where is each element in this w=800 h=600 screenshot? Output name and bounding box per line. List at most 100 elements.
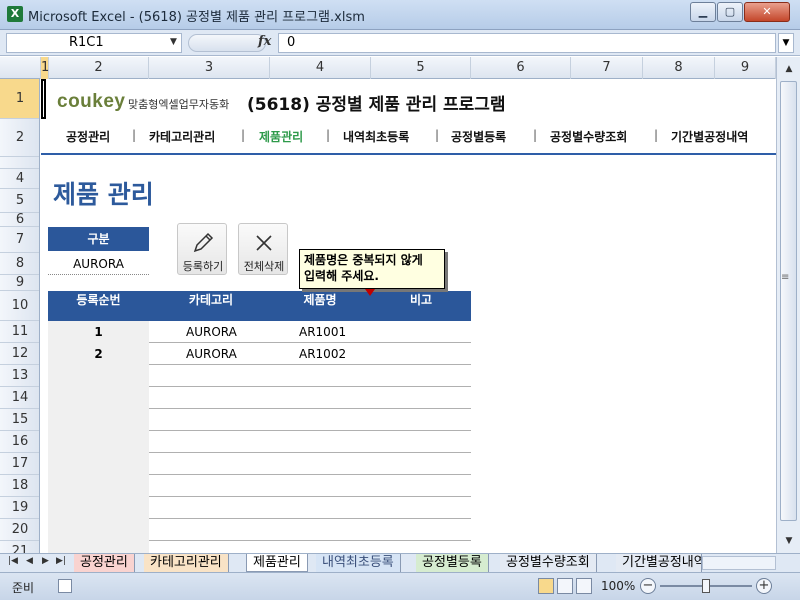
row-header[interactable]: 18 (0, 475, 39, 497)
row-header[interactable]: 4 (0, 169, 39, 189)
nav-item-process[interactable]: 공정관리 (66, 128, 110, 145)
title-bar: X Microsoft Excel - (5618) 공정별 제품 관리 프로그… (0, 0, 800, 30)
column-header[interactable]: 4 (270, 57, 371, 79)
column-header[interactable]: 3 (149, 57, 270, 79)
nav-item-quantity-query[interactable]: 공정별수량조회 (550, 128, 627, 145)
nav-item-process-register[interactable]: 공정별등록 (451, 128, 506, 145)
delete-all-button[interactable]: 전체삭제 (238, 223, 288, 275)
maximize-button[interactable]: ▢ (717, 2, 743, 22)
row-header[interactable]: 8 (0, 253, 39, 275)
expand-formula-bar-button[interactable]: ▼ (778, 33, 794, 53)
active-cell[interactable] (41, 79, 46, 119)
row-header[interactable] (0, 157, 39, 169)
row-header[interactable]: 15 (0, 409, 39, 431)
nav-separator: | (435, 128, 440, 142)
row-header[interactable]: 17 (0, 453, 39, 475)
row-header[interactable]: 13 (0, 365, 39, 387)
table-row[interactable] (48, 365, 471, 387)
zoom-level[interactable]: 100% (601, 579, 635, 593)
tooltip-line: 제품명은 중복되지 않게 (304, 253, 423, 267)
sheet-tab[interactable]: 공정별등록 (416, 554, 489, 572)
row-header[interactable]: 5 (0, 189, 39, 213)
prev-sheet-icon[interactable]: ◀ (26, 556, 33, 566)
column-header-no: 등록순번 (76, 293, 121, 307)
horizontal-scrollbar[interactable] (702, 556, 776, 570)
page-break-view-icon[interactable] (576, 578, 592, 594)
sheet-tab-active[interactable]: 제품관리 (246, 554, 308, 572)
table-row[interactable] (48, 541, 471, 553)
row-number (48, 431, 149, 453)
row-header[interactable]: 21 (0, 541, 39, 553)
nav-item-category[interactable]: 카테고리관리 (149, 128, 215, 145)
close-icon (256, 235, 272, 251)
nav-item-product[interactable]: 제품관리 (259, 128, 303, 145)
column-header[interactable]: 2 (49, 57, 149, 79)
macro-record-icon[interactable] (58, 579, 72, 593)
register-button[interactable]: 등록하기 (177, 223, 227, 275)
row-number (48, 365, 149, 387)
table-row[interactable] (48, 431, 471, 453)
table-row[interactable]: 2 AURORA AR1002 (48, 343, 471, 365)
vertical-scrollbar[interactable]: ▲ ≡ ▼ (776, 57, 800, 553)
excel-icon[interactable]: X (7, 6, 23, 22)
pencil-icon (193, 232, 214, 253)
row-header[interactable]: 20 (0, 519, 39, 541)
zoom-out-button[interactable]: − (640, 578, 656, 594)
column-header[interactable]: 7 (571, 57, 643, 79)
scroll-thumb[interactable] (780, 81, 797, 521)
row-header[interactable]: 7 (0, 227, 39, 253)
table-row[interactable] (48, 409, 471, 431)
normal-view-icon[interactable] (538, 578, 554, 594)
row-header[interactable]: 9 (0, 275, 39, 291)
next-sheet-icon[interactable]: ▶ (42, 556, 49, 566)
nav-item-period-history[interactable]: 기간별공정내역 (671, 128, 748, 145)
sheet-tab[interactable]: 내역최초등록 (316, 554, 401, 572)
table-row[interactable] (48, 497, 471, 519)
last-sheet-icon[interactable]: ▶| (56, 556, 66, 566)
column-header[interactable]: 8 (643, 57, 715, 79)
first-sheet-icon[interactable]: |◀ (8, 556, 18, 566)
select-all-corner[interactable] (0, 57, 41, 79)
zoom-slider-knob[interactable] (702, 579, 710, 593)
row-header[interactable]: 14 (0, 387, 39, 409)
name-box[interactable]: R1C1 (6, 33, 182, 53)
column-header[interactable]: 6 (471, 57, 571, 79)
column-header-category: 카테고리 (188, 293, 234, 307)
sheet-tab[interactable]: 공정별수량조회 (500, 554, 597, 572)
row-header[interactable]: 19 (0, 497, 39, 519)
scroll-down-icon[interactable]: ▼ (781, 533, 797, 549)
row-number (48, 409, 149, 431)
row-number (48, 453, 149, 475)
row-header[interactable]: 11 (0, 321, 39, 343)
minimize-button[interactable]: ▁ (690, 2, 716, 22)
column-header[interactable]: 9 (715, 57, 776, 79)
insert-function-icon[interactable]: fx (258, 34, 271, 49)
worksheet-grid[interactable]: coukey 맞춤형엑셀업무자동화 (5618) 공정별 제품 관리 프로그램 … (41, 79, 776, 553)
nav-item-initial-entry[interactable]: 내역최초등록 (343, 128, 409, 145)
row-header[interactable]: 2 (0, 119, 39, 157)
sheet-tab[interactable]: 기간별공정내역 (616, 554, 702, 572)
sheet-tab[interactable]: 카테고리관리 (144, 554, 229, 572)
zoom-in-button[interactable]: + (756, 578, 772, 594)
row-product-name: AR1001 (299, 325, 347, 339)
row-header[interactable]: 12 (0, 343, 39, 365)
formula-input[interactable]: 0 (278, 33, 776, 53)
column-header[interactable]: 1 (41, 57, 49, 79)
column-header[interactable]: 5 (371, 57, 471, 79)
row-header[interactable]: 10 (0, 291, 39, 321)
row-header[interactable]: 1 (0, 79, 39, 119)
scroll-up-icon[interactable]: ▲ (781, 61, 797, 77)
close-button[interactable]: ✕ (744, 2, 790, 22)
sheet-tab[interactable]: 공정관리 (74, 554, 135, 572)
table-row[interactable] (48, 453, 471, 475)
table-row[interactable] (48, 475, 471, 497)
chevron-down-icon[interactable]: ▼ (170, 37, 177, 47)
table-row[interactable] (48, 519, 471, 541)
filter-value-cell[interactable]: AURORA (48, 253, 149, 275)
row-number (48, 387, 149, 409)
table-row[interactable]: 1 AURORA AR1001 (48, 321, 471, 343)
row-header[interactable]: 6 (0, 212, 39, 227)
row-header[interactable]: 16 (0, 431, 39, 453)
page-layout-view-icon[interactable] (557, 578, 573, 594)
table-row[interactable] (48, 387, 471, 409)
